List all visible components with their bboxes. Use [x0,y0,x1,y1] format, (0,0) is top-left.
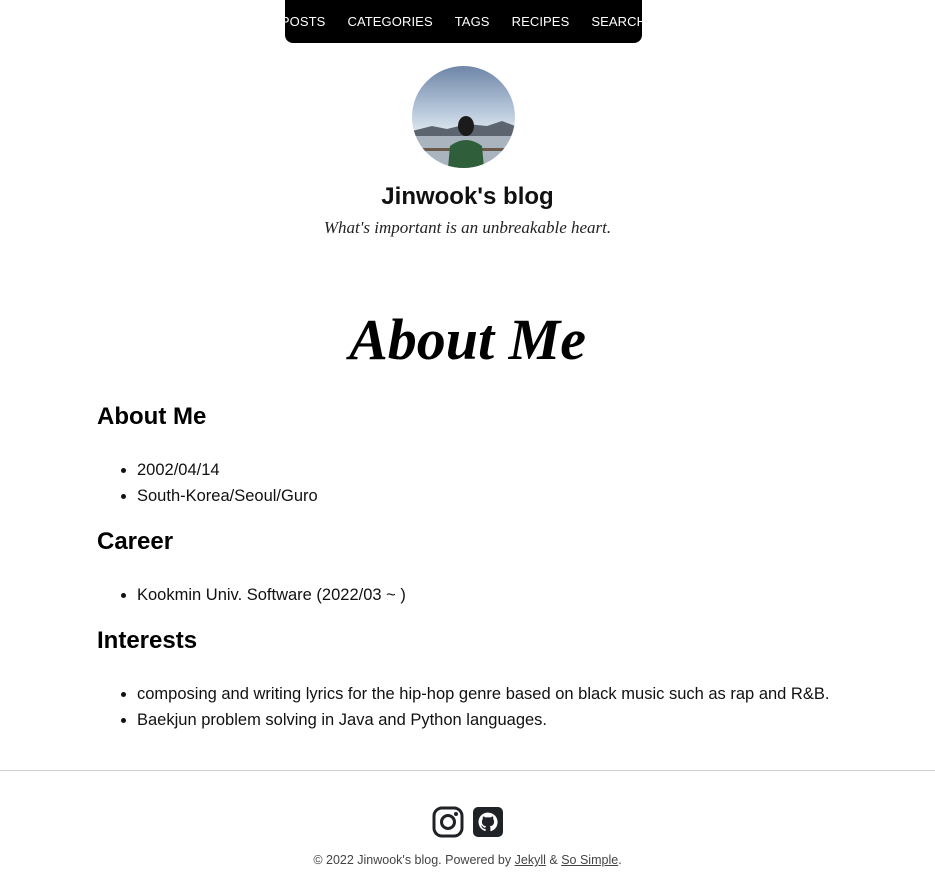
github-icon[interactable] [472,806,504,838]
interests-list: composing and writing lyrics for the hip… [97,681,897,733]
footer-copyright: © 2022 Jinwook's blog. Powered by Jekyll… [0,853,935,867]
jekyll-link[interactable]: Jekyll [515,853,546,867]
period: . [618,853,622,867]
instagram-icon[interactable] [432,806,464,838]
nav-categories[interactable]: CATEGORIES [347,14,432,29]
list-item: composing and writing lyrics for the hip… [137,681,897,707]
so-simple-link[interactable]: So Simple [561,853,618,867]
site-title[interactable]: Jinwook's blog [0,183,935,211]
nav-tags[interactable]: TAGS [455,14,490,29]
list-item: South-Korea/Seoul/Guro [137,483,897,509]
nav-search[interactable]: SEARCH [591,14,646,29]
top-navigation: POSTS CATEGORIES TAGS RECIPES SEARCH [281,0,646,43]
site-description: What's important is an unbreakable heart… [323,218,612,237]
nav-recipes[interactable]: RECIPES [512,14,570,29]
career-list: Kookmin Univ. Software (2022/03 ~ ) [97,582,897,608]
nav-posts[interactable]: POSTS [281,14,326,29]
section-heading-career: Career [97,528,174,555]
social-links [0,806,935,838]
list-item: Kookmin Univ. Software (2022/03 ~ ) [137,582,897,608]
list-item: Baekjun problem solving in Java and Pyth… [137,707,897,733]
page-title: About Me [349,307,586,372]
copyright-text: © 2022 Jinwook's blog. Powered by [313,853,512,867]
section-heading-interests: Interests [97,627,198,654]
section-heading-about: About Me [97,403,207,430]
ampersand: & [549,853,558,867]
about-list: 2002/04/14 South-Korea/Seoul/Guro [97,457,897,509]
avatar[interactable] [412,66,515,168]
footer-divider [0,770,935,771]
list-item: 2002/04/14 [137,457,897,483]
